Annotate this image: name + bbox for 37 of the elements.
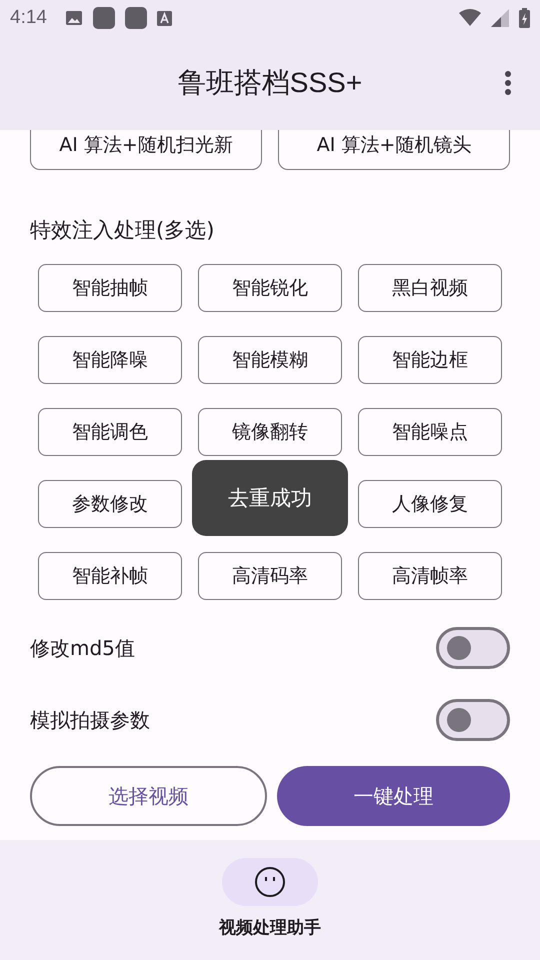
app-notification-icon xyxy=(92,7,115,29)
switch-label: 模拟拍摄参数 xyxy=(30,706,150,734)
effect-chip[interactable]: 智能噪点 xyxy=(358,408,502,456)
process-button[interactable]: 一键处理 xyxy=(277,766,510,826)
image-icon xyxy=(64,9,83,27)
effect-chip[interactable]: 智能降噪 xyxy=(38,336,182,384)
effect-chip[interactable]: 人像修复 xyxy=(358,480,502,528)
app-title: 鲁班搭档SSS+ xyxy=(178,66,362,100)
effect-chip[interactable]: 黑白视频 xyxy=(358,264,502,312)
battery-icon xyxy=(519,8,530,28)
section-title: 特效注入处理(多选) xyxy=(30,217,216,244)
app-notification-icon xyxy=(124,7,147,29)
status-time: 4:14 xyxy=(10,7,47,29)
effect-chip[interactable]: 镜像翻转 xyxy=(198,408,342,456)
face-icon xyxy=(254,866,286,898)
option-button[interactable]: AI 算法+随机扫光新 xyxy=(30,130,262,170)
signal-icon xyxy=(491,9,509,27)
effect-chip[interactable]: 智能调色 xyxy=(38,408,182,456)
toggle-switch[interactable] xyxy=(436,699,510,741)
toast-message: 去重成功 xyxy=(192,460,348,536)
more-options-icon[interactable] xyxy=(504,70,512,96)
effect-chip[interactable]: 参数修改 xyxy=(38,480,182,528)
nav-label: 视频处理助手 xyxy=(219,917,321,939)
effect-chip[interactable]: 智能边框 xyxy=(358,336,502,384)
toggle-switch[interactable] xyxy=(436,627,510,669)
select-video-button[interactable]: 选择视频 xyxy=(30,766,267,826)
switch-label: 修改md5值 xyxy=(30,634,135,662)
effect-chip[interactable]: 高清帧率 xyxy=(358,552,502,600)
option-button[interactable]: AI 算法+随机镜头 xyxy=(278,130,510,170)
effect-chip[interactable]: 高清码率 xyxy=(198,552,342,600)
effect-chip[interactable]: 智能模糊 xyxy=(198,336,342,384)
effect-chip[interactable]: 智能锐化 xyxy=(198,264,342,312)
wifi-icon xyxy=(459,9,481,27)
nav-tab[interactable] xyxy=(222,858,318,906)
effect-chip[interactable]: 智能补帧 xyxy=(38,552,182,600)
keyboard-notification-icon xyxy=(156,10,172,26)
effect-chip[interactable]: 智能抽帧 xyxy=(38,264,182,312)
